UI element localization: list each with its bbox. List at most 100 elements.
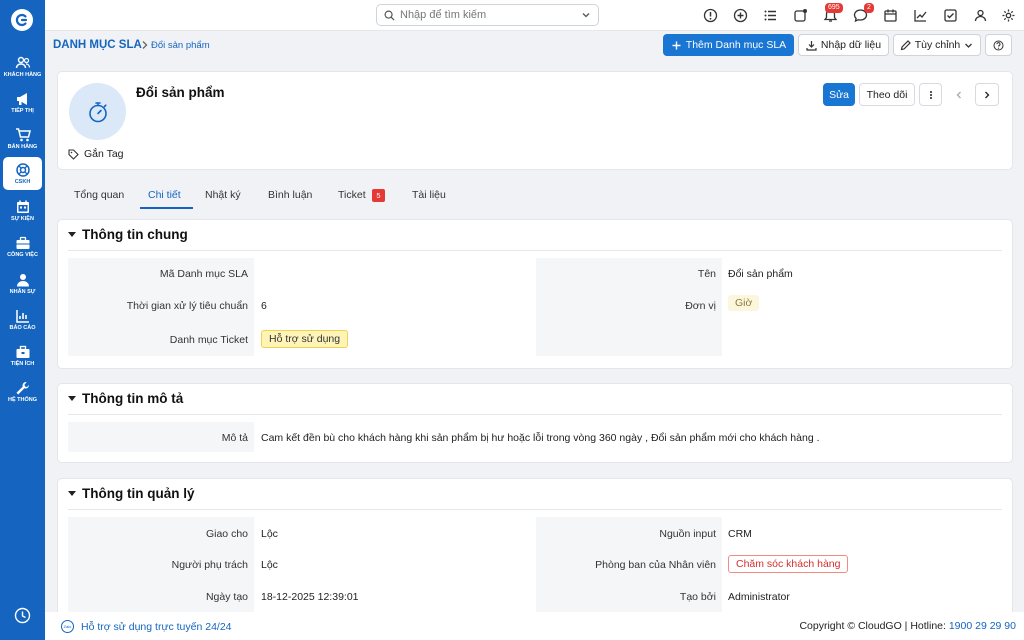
caret-down-icon bbox=[68, 232, 76, 237]
tab-nhat-ky[interactable]: Nhật ký bbox=[205, 189, 241, 201]
briefcase-icon bbox=[16, 236, 29, 249]
sidebar-item-tiep-thi[interactable]: TIẾP THỊ bbox=[3, 86, 42, 119]
field-label-owner: Người phụ trách bbox=[171, 559, 248, 571]
edit-button[interactable]: Sửa bbox=[823, 83, 855, 106]
copyright-text: Copyright © CloudGO bbox=[799, 620, 902, 632]
person-icon bbox=[16, 273, 29, 286]
field-value-source: CRM bbox=[728, 528, 752, 540]
tab-tai-lieu[interactable]: Tài liệu bbox=[412, 189, 446, 201]
section-description-header[interactable]: Thông tin mô tả bbox=[68, 391, 183, 406]
more-vertical-icon bbox=[929, 90, 932, 99]
field-label-code: Mã Danh mục SLA bbox=[159, 268, 248, 280]
search-input[interactable] bbox=[400, 9, 581, 21]
notification-badge: 695 bbox=[825, 3, 843, 13]
tag-label: Gắn Tag bbox=[84, 148, 124, 160]
users-icon bbox=[15, 56, 30, 68]
section-general-header[interactable]: Thông tin chung bbox=[68, 227, 188, 242]
follow-label: Theo dõi bbox=[866, 88, 908, 101]
report-icon bbox=[15, 309, 29, 323]
import-icon bbox=[806, 40, 817, 51]
sidebar-item-label: HỆ THỐNG bbox=[7, 396, 38, 403]
field-value-creator: Administrator bbox=[728, 591, 790, 603]
field-label-description: Mô tả bbox=[221, 432, 248, 444]
tab-chi-tiet[interactable]: Chi tiết bbox=[148, 189, 181, 201]
customize-button[interactable]: Tùy chỉnh bbox=[893, 34, 981, 56]
section-management: Thông tin quản lý Giao cho Lộc Người phụ… bbox=[57, 478, 1013, 618]
chevron-down-icon[interactable] bbox=[581, 10, 591, 20]
pencil-icon bbox=[900, 39, 911, 50]
section-general: Thông tin chung Mã Danh mục SLA Thời gia… bbox=[57, 219, 1013, 369]
sidebar-item-label: NHÂN SỰ bbox=[9, 288, 36, 295]
section-title: Thông tin mô tả bbox=[82, 391, 184, 406]
support-label: Hỗ trợ sử dụng trực tuyến 24/24 bbox=[81, 620, 232, 633]
more-button[interactable] bbox=[919, 83, 942, 106]
tag-button[interactable]: Gắn Tag bbox=[68, 148, 124, 160]
cart-icon bbox=[15, 127, 31, 141]
field-label-unit: Đơn vị bbox=[685, 300, 716, 312]
sidebar-item-su-kien[interactable]: SỰ KIỆN bbox=[3, 194, 42, 227]
sidebar-item-label: TIỆN ÍCH bbox=[10, 360, 35, 367]
gear-icon[interactable] bbox=[1001, 8, 1016, 23]
import-label: Nhập dữ liệu bbox=[820, 39, 882, 51]
sidebar-item-bao-cao[interactable]: BÁO CÁO bbox=[3, 303, 42, 336]
divider bbox=[68, 509, 1002, 510]
sidebar-item-label: TIẾP THỊ bbox=[11, 107, 34, 114]
list-icon[interactable] bbox=[763, 8, 778, 23]
section-title: Thông tin quản lý bbox=[82, 486, 195, 501]
app-logo[interactable] bbox=[11, 9, 33, 31]
field-label-created: Ngày tạo bbox=[205, 591, 248, 603]
checkbox-icon[interactable] bbox=[943, 8, 958, 23]
edit-label: Sửa bbox=[829, 88, 849, 101]
breadcrumb-record: Đổi sản phẩm bbox=[151, 40, 210, 51]
task-icon[interactable] bbox=[793, 8, 808, 23]
top-bar: 695 2 bbox=[45, 0, 1024, 31]
sidebar-item-tien-ich[interactable]: TIỆN ÍCH bbox=[3, 339, 42, 372]
footer: Zalo Hỗ trợ sử dụng trực tuyến 24/24 Cop… bbox=[45, 612, 1024, 640]
field-label-creator: Tạo bởi bbox=[679, 591, 716, 603]
breadcrumb-module[interactable]: DANH MỤC SLA bbox=[53, 39, 142, 51]
section-description: Thông tin mô tả Mô tả Cam kết đền bù cho… bbox=[57, 383, 1013, 463]
field-value-owner: Lộc bbox=[261, 559, 278, 571]
stopwatch-icon bbox=[88, 101, 107, 122]
sidebar-item-cong-viec[interactable]: CÔNG VIỆC bbox=[3, 230, 42, 263]
prev-record-button[interactable] bbox=[947, 83, 971, 106]
hotline-number[interactable]: 1900 29 29 90 bbox=[949, 620, 1016, 632]
sidebar-item-khach-hang[interactable]: KHÁCH HÀNG bbox=[3, 50, 42, 83]
sidebar-item-he-thong[interactable]: HỆ THỐNG bbox=[3, 375, 42, 408]
support-link[interactable]: Zalo Hỗ trợ sử dụng trực tuyến 24/24 bbox=[61, 620, 232, 633]
sidebar-item-nhan-su[interactable]: NHÂN SỰ bbox=[3, 267, 42, 300]
calendar-icon bbox=[16, 200, 29, 213]
megaphone-icon bbox=[16, 92, 27, 105]
add-sla-button[interactable]: Thêm Danh mục SLA bbox=[663, 34, 794, 56]
chevron-down-icon bbox=[965, 43, 973, 48]
sidebar-item-label: CÔNG VIỆC bbox=[7, 251, 38, 258]
user-icon[interactable] bbox=[973, 8, 988, 23]
clock-icon[interactable] bbox=[14, 607, 31, 624]
chevron-right-icon bbox=[985, 91, 990, 98]
sidebar-item-cskh[interactable]: CSKH bbox=[3, 157, 42, 190]
tab-tong-quan[interactable]: Tổng quan bbox=[74, 189, 124, 201]
tab-ticket[interactable]: Ticket bbox=[338, 189, 366, 201]
chevron-left-icon bbox=[956, 91, 961, 98]
follow-button[interactable]: Theo dõi bbox=[859, 83, 915, 106]
field-label-category: Danh mục Ticket bbox=[169, 334, 248, 346]
sidebar-item-label: SỰ KIỆN bbox=[11, 215, 34, 222]
support-icon bbox=[15, 162, 30, 177]
field-value-name: Đổi sản phẩm bbox=[728, 268, 793, 280]
help-button[interactable] bbox=[985, 34, 1012, 56]
category-badge: Hỗ trợ sử dụng bbox=[261, 330, 349, 348]
sidebar-item-label: KHÁCH HÀNG bbox=[3, 71, 42, 78]
unit-badge: Giờ bbox=[728, 295, 760, 311]
sidebar-item-ban-hang[interactable]: BÁN HÀNG bbox=[3, 122, 42, 155]
info-icon[interactable] bbox=[703, 8, 718, 23]
calendar-icon[interactable] bbox=[883, 8, 898, 23]
search-icon bbox=[384, 10, 395, 21]
tab-binh-luan[interactable]: Bình luận bbox=[268, 189, 312, 201]
divider bbox=[68, 250, 1002, 251]
import-button[interactable]: Nhập dữ liệu bbox=[798, 34, 889, 56]
add-circle-icon[interactable] bbox=[733, 8, 748, 23]
chart-line-icon[interactable] bbox=[913, 8, 928, 23]
next-record-button[interactable] bbox=[975, 83, 999, 106]
section-management-header[interactable]: Thông tin quản lý bbox=[68, 486, 194, 501]
copyright: Copyright © CloudGO | Hotline: 1900 29 2… bbox=[799, 620, 1016, 632]
